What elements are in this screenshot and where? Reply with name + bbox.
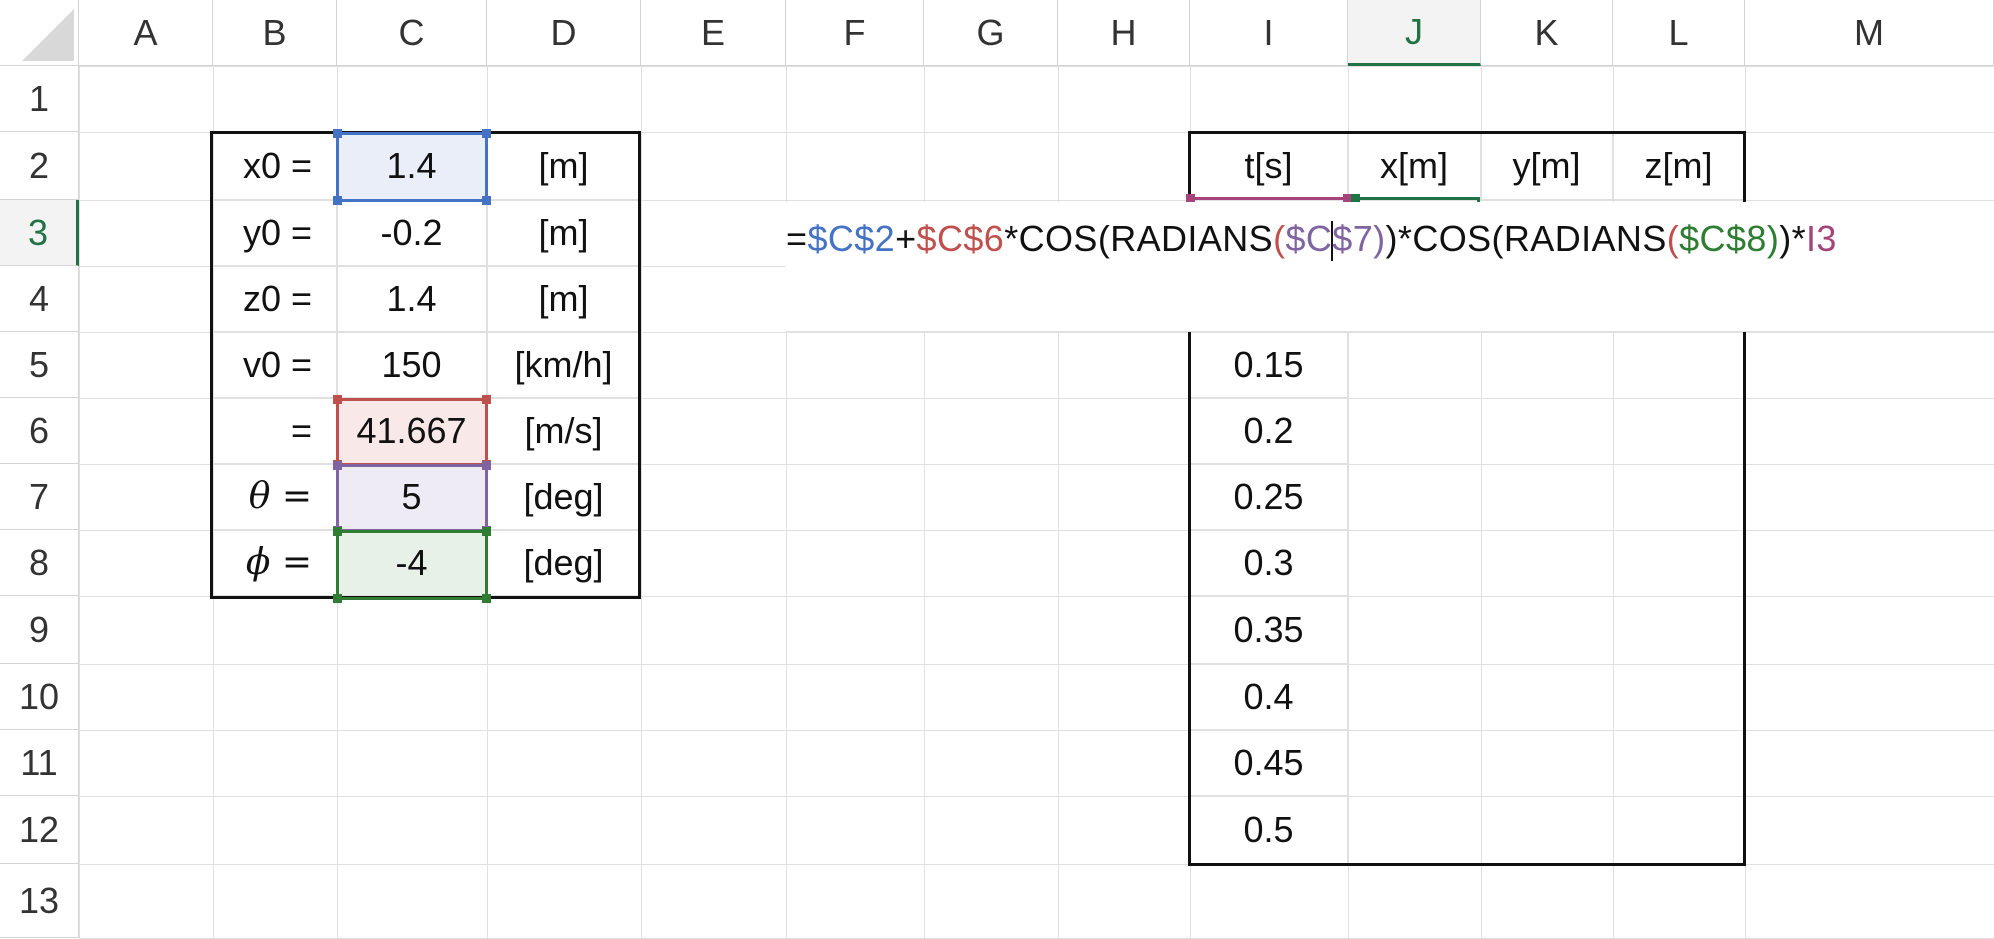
- formula-token: (: [1273, 218, 1286, 259]
- select-all-corner[interactable]: [0, 0, 79, 66]
- formula-token: +: [895, 218, 917, 259]
- param-value-phi[interactable]: -4: [337, 530, 487, 596]
- param-unit-v0-ms[interactable]: [m/s]: [487, 398, 641, 464]
- formula-token: )*: [1779, 218, 1807, 259]
- header-y[interactable]: y[m]: [1481, 132, 1613, 200]
- formula-token: ): [1766, 218, 1780, 259]
- select-all-triangle-icon: [22, 9, 74, 61]
- row-header-5[interactable]: 5: [0, 332, 79, 398]
- param-value-v0[interactable]: 150: [337, 332, 487, 398]
- formula-token: I3: [1806, 218, 1837, 259]
- column-header-j[interactable]: J: [1348, 0, 1481, 66]
- formula-text[interactable]: =$C$2+$C$6*COS(RADIANS($C$7))*COS(RADIAN…: [786, 214, 1837, 264]
- gridline-horizontal: [79, 596, 1994, 597]
- column-header-e[interactable]: E: [641, 0, 786, 66]
- column-header-d[interactable]: D: [487, 0, 641, 66]
- row-header-13[interactable]: 13: [0, 864, 79, 938]
- column-header-h[interactable]: H: [1058, 0, 1190, 66]
- param-value-v0-ms[interactable]: 41.667: [337, 398, 487, 464]
- formula-token: $7: [1332, 218, 1374, 259]
- param-label-y0[interactable]: y0 =: [213, 200, 337, 266]
- time-cell[interactable]: 0.3: [1190, 530, 1348, 596]
- gridline-vertical: [641, 66, 642, 938]
- column-header-a[interactable]: A: [79, 0, 213, 66]
- param-unit-x0[interactable]: [m]: [487, 132, 641, 200]
- column-header-k[interactable]: K: [1481, 0, 1613, 66]
- formula-token: *COS(RADIANS: [1004, 218, 1274, 259]
- time-cell[interactable]: 0.5: [1190, 796, 1348, 864]
- formula-token: $C$8: [1679, 218, 1767, 259]
- gridline-horizontal: [79, 864, 1994, 865]
- row-header-7[interactable]: 7: [0, 464, 79, 530]
- header-z[interactable]: z[m]: [1613, 132, 1745, 200]
- row-header-6[interactable]: 6: [0, 398, 79, 464]
- gridline-vertical: [79, 66, 80, 938]
- param-label-phi[interactable]: ϕ =: [213, 530, 337, 596]
- gridline-horizontal: [79, 796, 1994, 797]
- row-header-4[interactable]: 4: [0, 266, 79, 332]
- column-header-f[interactable]: F: [786, 0, 924, 66]
- param-value-y0[interactable]: -0.2: [337, 200, 487, 266]
- param-label-theta[interactable]: θ =: [213, 464, 337, 530]
- column-header-b[interactable]: B: [213, 0, 337, 66]
- row-header-9[interactable]: 9: [0, 596, 79, 664]
- param-label-v0[interactable]: v0 =: [213, 332, 337, 398]
- formula-token: ): [1373, 218, 1386, 259]
- time-cell[interactable]: 0.45: [1190, 730, 1348, 796]
- param-value-x0-highlight: 1.4: [337, 132, 487, 200]
- row-header-11[interactable]: 11: [0, 730, 79, 796]
- in-cell-formula-editor[interactable]: =$C$2+$C$6*COS(RADIANS($C$7))*COS(RADIAN…: [786, 202, 1994, 332]
- column-header-i[interactable]: I: [1190, 0, 1348, 66]
- gridline-vertical: [786, 66, 787, 938]
- header-t[interactable]: t[s]: [1190, 132, 1348, 200]
- gridline-vertical: [1745, 66, 1746, 938]
- formula-token: $C$6: [916, 218, 1005, 259]
- column-header-l[interactable]: L: [1613, 0, 1745, 66]
- time-cell[interactable]: 0.25: [1190, 464, 1348, 530]
- spreadsheet-grid: A B C D E F G H I J K L M 1 2 3 4 5 6 7 …: [0, 0, 1994, 939]
- param-unit-theta[interactable]: [deg]: [487, 464, 641, 530]
- formula-token: $C$2: [807, 218, 896, 259]
- gridline-horizontal: [79, 66, 1994, 67]
- formula-token: )*COS(RADIANS: [1385, 218, 1667, 259]
- row-header-10[interactable]: 10: [0, 664, 79, 730]
- column-header-m[interactable]: M: [1745, 0, 1994, 66]
- param-unit-z0[interactable]: [m]: [487, 266, 641, 332]
- param-label-z0[interactable]: z0 =: [213, 266, 337, 332]
- gridline-vertical: [1058, 66, 1059, 938]
- row-header-12[interactable]: 12: [0, 796, 79, 864]
- time-cell[interactable]: 0.4: [1190, 664, 1348, 730]
- gridline-vertical: [924, 66, 925, 938]
- param-label-x0[interactable]: x0 =: [213, 132, 337, 200]
- time-cell[interactable]: 0.35: [1190, 596, 1348, 664]
- formula-token: =: [786, 218, 808, 259]
- formula-token: (: [1666, 218, 1680, 259]
- header-x[interactable]: x[m]: [1348, 132, 1481, 200]
- gridline-horizontal: [79, 730, 1994, 731]
- column-header-c[interactable]: C: [337, 0, 487, 66]
- row-header-3[interactable]: 3: [0, 200, 79, 266]
- param-value-theta[interactable]: 5: [337, 464, 487, 530]
- gridline-horizontal: [79, 664, 1994, 665]
- formula-token: $C: [1285, 218, 1333, 259]
- param-unit-v0[interactable]: [km/h]: [487, 332, 641, 398]
- param-unit-y0[interactable]: [m]: [487, 200, 641, 266]
- row-header-1[interactable]: 1: [0, 66, 79, 132]
- param-value-z0[interactable]: 1.4: [337, 266, 487, 332]
- param-label-v0-ms[interactable]: =: [213, 398, 337, 464]
- row-header-2[interactable]: 2: [0, 132, 79, 200]
- time-cell[interactable]: 0.2: [1190, 398, 1348, 464]
- time-cell[interactable]: 0.15: [1190, 332, 1348, 398]
- param-unit-phi[interactable]: [deg]: [487, 530, 641, 596]
- row-header-8[interactable]: 8: [0, 530, 79, 596]
- column-header-g[interactable]: G: [924, 0, 1058, 66]
